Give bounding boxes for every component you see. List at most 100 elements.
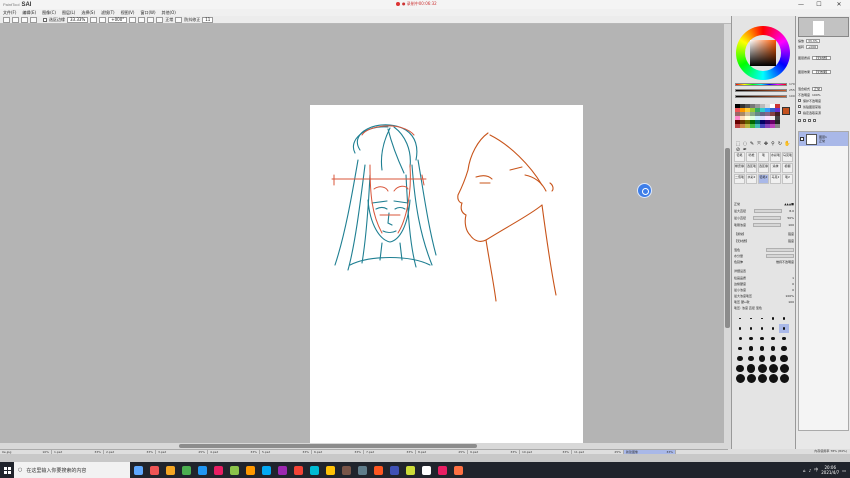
redo-button[interactable] [12,16,19,23]
color-swatches[interactable] [735,104,780,130]
brush-size-option[interactable] [735,324,745,333]
brush-size-option[interactable] [746,324,756,333]
water-bar[interactable] [766,253,794,258]
zoom-row[interactable]: 缩放 33.3% [798,38,849,43]
taskbar-app-icon[interactable] [450,462,466,478]
reference-row[interactable]: 指定选取来源 [798,110,849,115]
brush-size-option[interactable] [735,334,745,343]
min-density-row[interactable]: 最小浓度 0 [734,287,794,292]
brush-size-option[interactable] [746,374,756,383]
brush-pencil-2[interactable]: 铅笔2 [758,174,769,184]
brush-size-option[interactable] [768,364,778,373]
hue-slider[interactable] [735,83,787,86]
brush-size-option[interactable] [779,374,789,383]
taskbar-app-icon[interactable] [386,462,402,478]
max-size-row[interactable]: 最大直径 8.0 [734,208,794,213]
menu-window[interactable]: 窗口(W) [140,10,155,16]
brush-size-option[interactable] [757,314,767,323]
rotate-value[interactable]: +000 [806,44,819,49]
clip-checkbox[interactable] [798,105,801,108]
document-tab[interactable]: 4.psd 33% [208,450,260,454]
brush-size-option[interactable] [757,354,767,363]
input-language[interactable]: 中 [814,467,818,473]
invert-selection-button[interactable] [30,16,37,23]
min-size-row[interactable]: 最小直径 50% [734,215,794,220]
close-button[interactable]: ✕ [832,0,846,9]
brush-select-erase[interactable]: 选区擦 [758,163,769,173]
vertical-scrollbar[interactable] [724,24,731,449]
layer-list[interactable]: 图层1 正常 [798,131,849,431]
brush-size-option[interactable] [768,334,778,343]
document-tab[interactable]: 9.psd 33% [468,450,520,454]
zoom-out-button[interactable] [90,16,98,23]
taskbar-app-icon[interactable] [338,462,354,478]
brush-watercolor-2[interactable]: 水彩2 [746,174,757,184]
pressure-options-row[interactable]: 笔压: 浓度 直径 混色 [734,305,794,310]
brush-size-option[interactable] [746,364,756,373]
keep-opacity-label[interactable]: 维持不透明度 [776,260,794,264]
menu-view[interactable]: 视图(V) [121,10,135,16]
taskbar-app-icon[interactable] [162,462,178,478]
vertical-scroll-thumb[interactable] [725,148,730,328]
layer-blend-value[interactable]: 正常 [812,86,823,91]
document-tab[interactable]: 5.psd 33% [260,450,312,454]
menu-canvas[interactable]: 图像(C) [42,10,56,16]
brush-size-option[interactable] [757,334,767,343]
document-tab[interactable]: 8.psd 25% [416,450,468,454]
brush-size-option[interactable] [768,314,778,323]
blend-label[interactable]: 正常 [165,17,173,23]
layer-item[interactable]: 图层1 正常 [799,132,848,146]
taskbar-app-icon[interactable] [226,462,242,478]
rotate-field[interactable]: +000° [108,16,128,23]
pen-pressure-row[interactable]: 笔压 硬↔软 100 [734,299,794,304]
taskbar-app-icon[interactable] [354,462,370,478]
taskbar-app-icon[interactable] [210,462,226,478]
stabilizer-button[interactable] [175,16,183,23]
document-tab[interactable]: 10.psd 33% [520,450,572,454]
protect-alpha-row[interactable]: 保护不透明度 [798,98,849,103]
taskbar-app-icon[interactable] [306,462,322,478]
brush-size-option[interactable] [768,374,778,383]
stabilizer-field[interactable]: 11 [202,16,214,23]
document-tab[interactable]: 7.psd 33% [364,450,416,454]
eye-icon[interactable] [800,137,804,141]
menu-filter[interactable]: 滤镜(T) [101,10,115,16]
floating-assistant-button[interactable] [637,183,652,198]
brush-size-option[interactable] [735,314,745,323]
brush-size-option[interactable] [757,324,767,333]
taskbar-app-icon[interactable] [178,462,194,478]
pressure-row[interactable]: 绘画品质 1 [734,275,794,280]
magic-wand-icon[interactable]: ✎ [749,142,755,147]
rotate-icon[interactable]: ↻ [777,142,783,147]
flip-button[interactable] [156,16,164,23]
density-row[interactable]: 笔刷浓度 100 [734,222,794,227]
max-size-bar[interactable] [753,208,782,213]
menu-other[interactable]: 其他(O) [162,10,176,16]
water-row[interactable]: 水分量 [734,253,794,258]
document-tab[interactable]: 11.psd 25% [572,450,624,454]
network-icon[interactable]: ⌂ [803,468,806,473]
menu-edit[interactable]: 编辑(E) [22,10,36,16]
brush-pen-2[interactable]: 笔2 [782,174,793,184]
horizontal-scroll-thumb[interactable] [179,444,477,448]
menu-layer[interactable]: 图层(L) [62,10,75,16]
blend-row[interactable]: 混色 [734,247,794,252]
taskbar-app-icon[interactable] [434,462,450,478]
blend-mode-row[interactable]: 正常 ▲▲▲■ [734,201,794,206]
antialias-checkbox[interactable] [43,17,47,22]
brush-size-option[interactable] [735,354,745,363]
taskbar-app-icon[interactable] [322,462,338,478]
paper-texture-value[interactable]: 【无材质】 [812,55,832,60]
taskbar-app-icon[interactable] [290,462,306,478]
delete-layer-icon[interactable] [813,119,816,122]
brush-size-option[interactable] [757,344,767,353]
document-tab[interactable]: 3.psd 25% [156,450,208,454]
rotate-reset-button[interactable] [147,16,155,23]
recording-indicator[interactable]: ● 录制中00:06:32 [396,1,437,7]
main-color-swatch[interactable] [782,107,790,115]
start-button[interactable] [0,462,14,478]
brush-size-option[interactable] [768,354,778,363]
clock[interactable]: 20:06 2021/4/7 [821,465,839,475]
document-tab[interactable]: 新建图像 33% [624,450,676,454]
document-tab[interactable]: 6.psd 33% [312,450,364,454]
